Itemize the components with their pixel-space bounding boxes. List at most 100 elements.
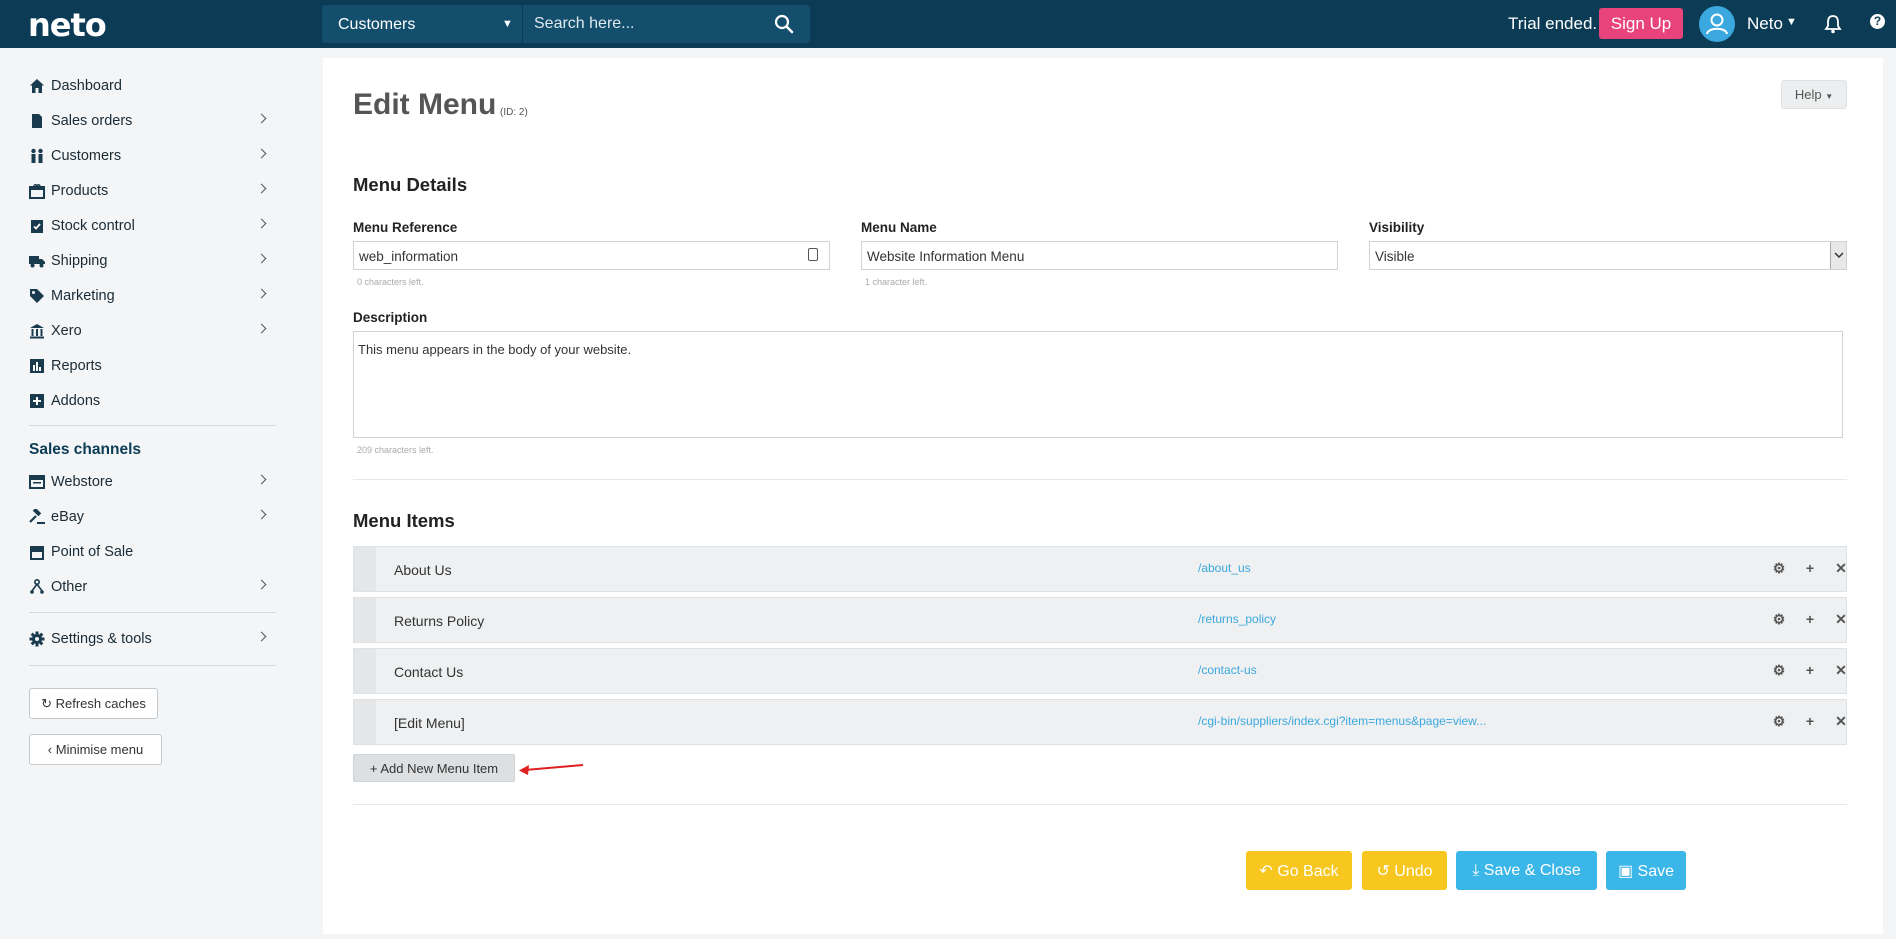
- minimise-menu-label: Minimise menu: [55, 742, 144, 757]
- sidebar-item-ebay[interactable]: eBay: [29, 505, 275, 531]
- menu-item-url[interactable]: /returns_policy: [1198, 612, 1276, 626]
- add-icon[interactable]: +: [1802, 560, 1818, 576]
- save-button[interactable]: ▣ Save: [1606, 851, 1686, 890]
- help-label: Help: [1794, 87, 1822, 102]
- webstore-icon: [29, 475, 45, 489]
- caret-down-icon[interactable]: ▼: [502, 18, 513, 30]
- chevron-right-icon: [256, 323, 267, 334]
- select-caret[interactable]: [1830, 242, 1846, 269]
- delete-icon[interactable]: ✕: [1833, 611, 1849, 627]
- user-menu[interactable]: Neto: [1747, 14, 1783, 34]
- menu-item-url[interactable]: /about_us: [1198, 561, 1251, 575]
- minimise-menu-button[interactable]: ‹ Minimise menu: [29, 734, 162, 765]
- drag-handle[interactable]: [354, 649, 376, 693]
- sidebar-item-label: Point of Sale: [51, 544, 134, 560]
- help-dropdown-button[interactable]: Help ▼: [1781, 80, 1847, 109]
- undo-button[interactable]: ↺ Undo: [1362, 851, 1447, 890]
- reply-icon: ↶: [1259, 862, 1273, 880]
- search-input[interactable]: [534, 10, 774, 38]
- menu-name-input[interactable]: Website Information Menu: [861, 241, 1338, 270]
- add-icon[interactable]: +: [1802, 662, 1818, 678]
- chevron-right-icon: [256, 218, 267, 229]
- sidebar-item-customers[interactable]: Customers: [29, 144, 275, 170]
- add-icon[interactable]: +: [1802, 611, 1818, 627]
- search-scope-select[interactable]: Customers: [338, 16, 415, 34]
- products-icon: [29, 184, 45, 199]
- sidebar-item-marketing[interactable]: Marketing: [29, 284, 275, 310]
- annotation-arrow: [519, 764, 584, 775]
- search-icon[interactable]: [774, 14, 794, 34]
- delete-icon[interactable]: ✕: [1833, 560, 1849, 576]
- sidebar-divider: [29, 665, 276, 666]
- help-icon[interactable]: ?: [1870, 14, 1885, 29]
- description-textarea[interactable]: This menu appears in the body of your we…: [353, 331, 1843, 438]
- chevron-left-icon: ‹: [47, 742, 53, 757]
- neto-logo[interactable]: neto: [28, 6, 107, 44]
- chevron-right-icon: [256, 288, 267, 299]
- user-avatar[interactable]: [1699, 6, 1735, 42]
- save-and-close-button[interactable]: ⤓ Save & Close: [1456, 851, 1597, 890]
- bar-chart-icon: [30, 359, 44, 373]
- settings-icon[interactable]: ⚙: [1771, 560, 1787, 576]
- menu-item-row[interactable]: About Us /about_us ⚙ + ✕: [353, 546, 1847, 592]
- menu-item-row[interactable]: Returns Policy /returns_policy ⚙ + ✕: [353, 597, 1847, 643]
- edit-menu-card: Edit Menu (ID: 2) Help ▼ Menu Details Me…: [323, 58, 1883, 934]
- caret-down-icon: ▼: [1825, 92, 1834, 101]
- go-back-button[interactable]: ↶ Go Back: [1246, 851, 1352, 890]
- drag-handle[interactable]: [354, 598, 376, 642]
- delete-icon[interactable]: ✕: [1833, 662, 1849, 678]
- drag-handle[interactable]: [354, 700, 376, 744]
- settings-icon[interactable]: ⚙: [1771, 662, 1787, 678]
- refresh-caches-button[interactable]: ↻ Refresh caches: [29, 688, 158, 719]
- chevron-right-icon: [256, 183, 267, 194]
- sidebar-item-stock-control[interactable]: Stock control: [29, 214, 275, 240]
- sidebar-item-sales-orders[interactable]: Sales orders: [29, 109, 275, 135]
- chevron-right-icon: [256, 631, 267, 642]
- sales-channels-title: Sales channels: [29, 441, 142, 458]
- search-divider: [522, 5, 523, 43]
- description-label: Description: [353, 310, 428, 325]
- divider: [353, 479, 1847, 480]
- sidebar-item-label: Customers: [51, 148, 122, 164]
- sidebar-item-label: Stock control: [51, 218, 135, 234]
- home-icon: [30, 79, 44, 93]
- add-icon[interactable]: +: [1802, 713, 1818, 729]
- sidebar-item-dashboard[interactable]: Dashboard: [29, 74, 275, 100]
- sidebar-item-point-of-sale[interactable]: Point of Sale: [29, 540, 275, 566]
- settings-icon[interactable]: ⚙: [1771, 713, 1787, 729]
- sidebar-item-webstore[interactable]: Webstore: [29, 470, 275, 496]
- gear-icon: [29, 631, 45, 647]
- sidebar-item-reports[interactable]: Reports: [29, 354, 275, 380]
- menu-item-row[interactable]: Contact Us /contact-us ⚙ + ✕: [353, 648, 1847, 694]
- sidebar-item-xero[interactable]: Xero: [29, 319, 275, 345]
- divider: [353, 804, 1847, 805]
- sidebar-item-addons[interactable]: Addons: [29, 389, 275, 415]
- sign-up-button[interactable]: Sign Up: [1599, 8, 1683, 39]
- settings-icon[interactable]: ⚙: [1771, 611, 1787, 627]
- sidebar-item-other[interactable]: Other: [29, 575, 275, 601]
- clipboard-icon[interactable]: [808, 248, 818, 261]
- menu-details-heading: Menu Details: [353, 174, 468, 195]
- search-bar: Customers ▼: [322, 5, 810, 43]
- bell-icon[interactable]: [1824, 14, 1842, 34]
- menu-item-url[interactable]: /cgi-bin/suppliers/index.cgi?item=menus&…: [1198, 714, 1486, 728]
- add-new-menu-item-button[interactable]: + Add New Menu Item: [353, 754, 515, 782]
- sidebar-item-settings-tools[interactable]: Settings & tools: [29, 627, 275, 653]
- page-id: (ID: 2): [500, 107, 528, 118]
- refresh-icon: ↻: [41, 695, 52, 711]
- chevron-right-icon: [256, 579, 267, 590]
- chevron-down-icon: [1834, 252, 1844, 259]
- menu-item-row[interactable]: [Edit Menu] /cgi-bin/suppliers/index.cgi…: [353, 699, 1847, 745]
- sidebar-divider: [29, 425, 276, 426]
- delete-icon[interactable]: ✕: [1833, 713, 1849, 729]
- clipboard-check-icon: [31, 220, 43, 233]
- menu-reference-input[interactable]: web_information: [353, 241, 830, 270]
- sidebar-item-products[interactable]: Products: [29, 179, 275, 205]
- caret-down-icon[interactable]: ▼: [1786, 16, 1797, 28]
- sidebar-item-shipping[interactable]: Shipping: [29, 249, 275, 275]
- drag-handle[interactable]: [354, 547, 376, 591]
- sidebar-item-label: Addons: [51, 393, 101, 409]
- menu-item-url[interactable]: /contact-us: [1198, 663, 1257, 677]
- visibility-select[interactable]: Visible: [1369, 241, 1847, 270]
- save-label: Save: [1637, 862, 1675, 880]
